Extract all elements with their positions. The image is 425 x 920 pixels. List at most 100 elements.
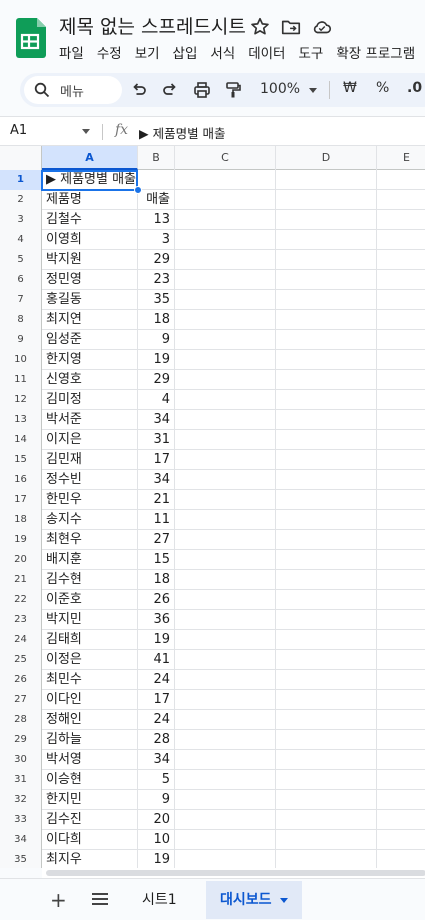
cell-a[interactable]: 김수진 (42, 810, 138, 830)
cell-e[interactable] (377, 210, 425, 230)
cell-d[interactable] (276, 590, 377, 610)
cell-a[interactable]: 김철수 (42, 210, 138, 230)
cell-b[interactable]: 5 (138, 770, 175, 790)
menu-extensions[interactable]: 확장 프로그램 (336, 42, 415, 62)
cell-e[interactable] (377, 770, 425, 790)
cell-e[interactable] (377, 470, 425, 490)
cell-b[interactable]: 4 (138, 390, 175, 410)
row-header[interactable]: 15 (0, 450, 42, 470)
cell-e[interactable] (377, 670, 425, 690)
cell-a[interactable]: 박서영 (42, 750, 138, 770)
cell-c[interactable] (175, 850, 276, 868)
cell-a[interactable]: 김하늘 (42, 730, 138, 750)
cell-a[interactable]: 배지훈 (42, 550, 138, 570)
row-header[interactable]: 32 (0, 790, 42, 810)
cell-c[interactable] (175, 490, 276, 510)
cell-b[interactable] (138, 170, 175, 190)
cell-a[interactable]: 박서준 (42, 410, 138, 430)
cell-e[interactable] (377, 290, 425, 310)
cell-c[interactable] (175, 470, 276, 490)
row-header[interactable]: 7 (0, 290, 42, 310)
cell-c[interactable] (175, 190, 276, 210)
column-header-c[interactable]: C (175, 146, 276, 170)
cell-b[interactable]: 매출 (138, 190, 175, 210)
cell-b[interactable]: 24 (138, 710, 175, 730)
name-box-chevron-down-icon[interactable] (82, 129, 90, 134)
cell-a[interactable]: 정민영 (42, 270, 138, 290)
cell-c[interactable] (175, 310, 276, 330)
cell-b[interactable]: 41 (138, 650, 175, 670)
cell-c[interactable] (175, 670, 276, 690)
cell-e[interactable] (377, 830, 425, 850)
paint-format-icon[interactable] (224, 81, 242, 99)
select-all-corner[interactable] (0, 146, 42, 170)
row-header[interactable]: 19 (0, 530, 42, 550)
cell-a[interactable]: 최지우 (42, 850, 138, 868)
cell-b[interactable]: 17 (138, 690, 175, 710)
cell-b[interactable]: 27 (138, 530, 175, 550)
cell-e[interactable] (377, 690, 425, 710)
cell-a[interactable]: 이정은 (42, 650, 138, 670)
cell-c[interactable] (175, 610, 276, 630)
cell-c[interactable] (175, 450, 276, 470)
cell-b[interactable]: 23 (138, 270, 175, 290)
name-box[interactable]: A1 (10, 123, 27, 138)
cell-d[interactable] (276, 550, 377, 570)
menu-data[interactable]: 데이터 (248, 42, 285, 62)
document-title[interactable]: 제목 없는 스프레드시트 (59, 12, 246, 39)
zoom-select[interactable]: 100% (260, 81, 300, 97)
cell-d[interactable] (276, 770, 377, 790)
column-header-d[interactable]: D (276, 146, 377, 170)
spreadsheet-grid[interactable]: A B C D E 1 ▶ 제품명별 매출 2 제품명 매출 3 김철수 13 4 이영희 3 5 박지… (0, 146, 425, 868)
cell-a[interactable]: 홍길동 (42, 290, 138, 310)
row-header[interactable]: 1 (0, 170, 42, 190)
cell-d[interactable] (276, 330, 377, 350)
row-header[interactable]: 5 (0, 250, 42, 270)
cell-a[interactable]: 임성준 (42, 330, 138, 350)
cell-a[interactable]: 이다인 (42, 690, 138, 710)
cell-a[interactable]: 한지영 (42, 350, 138, 370)
row-header[interactable]: 21 (0, 570, 42, 590)
cell-c[interactable] (175, 790, 276, 810)
zoom-chevron-down-icon[interactable] (309, 88, 317, 93)
cell-d[interactable] (276, 630, 377, 650)
cell-d[interactable] (276, 290, 377, 310)
search-menus-button[interactable]: 메뉴 (24, 76, 122, 104)
cell-d[interactable] (276, 190, 377, 210)
cell-e[interactable] (377, 590, 425, 610)
cell-d[interactable] (276, 170, 377, 190)
cell-c[interactable] (175, 270, 276, 290)
cell-a[interactable]: 김수현 (42, 570, 138, 590)
star-icon[interactable] (249, 16, 271, 38)
cell-e[interactable] (377, 390, 425, 410)
cell-c[interactable] (175, 390, 276, 410)
row-header[interactable]: 24 (0, 630, 42, 650)
row-header[interactable]: 29 (0, 730, 42, 750)
row-header[interactable]: 6 (0, 270, 42, 290)
row-header[interactable]: 25 (0, 650, 42, 670)
cell-a[interactable]: 한민우 (42, 490, 138, 510)
menu-insert[interactable]: 삽입 (173, 42, 198, 62)
cell-d[interactable] (276, 390, 377, 410)
cell-c[interactable] (175, 230, 276, 250)
cell-e[interactable] (377, 230, 425, 250)
cell-e[interactable] (377, 370, 425, 390)
cell-b[interactable]: 15 (138, 550, 175, 570)
cell-c[interactable] (175, 290, 276, 310)
cell-a[interactable]: 이승현 (42, 770, 138, 790)
cell-c[interactable] (175, 510, 276, 530)
row-header[interactable]: 16 (0, 470, 42, 490)
cell-e[interactable] (377, 430, 425, 450)
cell-c[interactable] (175, 530, 276, 550)
cell-b[interactable]: 3 (138, 230, 175, 250)
cloud-saved-icon[interactable] (311, 16, 333, 38)
cell-e[interactable] (377, 570, 425, 590)
cell-a[interactable]: 김민재 (42, 450, 138, 470)
cell-e[interactable] (377, 170, 425, 190)
fill-handle[interactable] (134, 186, 142, 194)
cell-b[interactable]: 34 (138, 410, 175, 430)
row-header[interactable]: 20 (0, 550, 42, 570)
chevron-down-icon[interactable] (279, 897, 288, 903)
cell-c[interactable] (175, 710, 276, 730)
cell-d[interactable] (276, 350, 377, 370)
